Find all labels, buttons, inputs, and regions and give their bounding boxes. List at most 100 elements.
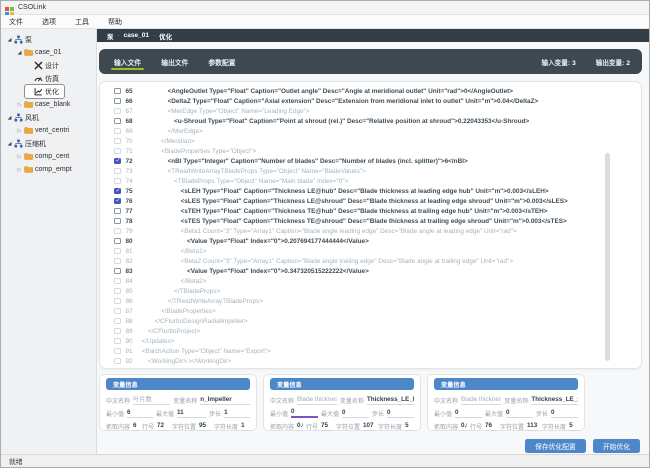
- sidebar-item-compressor[interactable]: ◢压缩机: [5, 137, 51, 150]
- collapse-arrow-icon[interactable]: ▷: [15, 128, 24, 134]
- code-line-68[interactable]: 68<u-Shroud Type="Float" Caption="Point …: [114, 116, 641, 126]
- start-optimize-button[interactable]: 开始优化: [593, 439, 640, 453]
- line-checkbox[interactable]: [114, 268, 121, 275]
- sidebar-item-case-blank[interactable]: ▷case_blank: [15, 98, 75, 111]
- line-checkbox[interactable]: [114, 218, 121, 225]
- line-checkbox: [114, 298, 121, 305]
- code-line-92[interactable]: 92<WorkingDir>.\</WorkingDir>: [114, 356, 641, 366]
- line-checkbox[interactable]: [114, 198, 121, 205]
- max-field[interactable]: 0: [342, 409, 369, 418]
- code-line-90[interactable]: 90</Updates>: [114, 336, 641, 346]
- code-line-84[interactable]: 84</Beta2>: [114, 276, 641, 286]
- code-line-78[interactable]: 78<sTES Type="Float" Caption="Thickness …: [114, 216, 641, 226]
- char-pos-field[interactable]: 113: [527, 422, 539, 431]
- code-line-88[interactable]: 88</CFturboDesignRadialImpeller>: [114, 316, 641, 326]
- collapse-arrow-icon[interactable]: ▷: [15, 154, 24, 160]
- char-len-field[interactable]: 5: [569, 422, 581, 431]
- menu-item-3[interactable]: 帮助: [108, 17, 122, 27]
- sidebar-item-simulate[interactable]: 仿真: [25, 72, 64, 85]
- code-line-89[interactable]: 89</CFturboProject>: [114, 326, 641, 336]
- tab-input-files[interactable]: 输入文件: [113, 53, 142, 71]
- var-name-field[interactable]: Thickness_LE_shroud_: [531, 396, 578, 405]
- code-line-74[interactable]: 74<TBladeProps Type="Object" Name="Main …: [114, 176, 641, 186]
- expand-arrow-icon[interactable]: ◢: [15, 50, 24, 56]
- code-line-76[interactable]: 76<sLES Type="Float" Caption="Thickness …: [114, 196, 641, 206]
- code-line-79[interactable]: 79<Beta1 Count="3" Type="Array1" Caption…: [114, 226, 641, 236]
- tab-output-files[interactable]: 输出文件: [160, 53, 189, 71]
- code-line-65[interactable]: 65<AngleOutlet Type="Float" Caption="Out…: [114, 86, 641, 96]
- code-line-80[interactable]: 80<Value Type="Float" Index="0">0.207694…: [114, 236, 641, 246]
- line-checkbox[interactable]: [114, 208, 121, 215]
- menu-item-1[interactable]: 选项: [42, 17, 56, 27]
- code-line-75[interactable]: 75<sLEH Type="Float" Caption="Thickness …: [114, 186, 641, 196]
- code-line-71[interactable]: 71<BladeProperties Type="Object">: [114, 146, 641, 156]
- cn-name-field[interactable]: Blade thickness at lea: [297, 396, 337, 405]
- line-no-field[interactable]: 72: [157, 422, 169, 431]
- line-checkbox[interactable]: [114, 238, 121, 245]
- min-field[interactable]: 6: [127, 409, 153, 418]
- menu-item-2[interactable]: 工具: [75, 17, 89, 27]
- code-line-73[interactable]: 73<TReadWriteArrayTBladeProps Type="Obje…: [114, 166, 641, 176]
- cn-name-field[interactable]: 叶片数: [133, 394, 170, 405]
- code-line-77[interactable]: 77<sTEH Type="Float" Caption="Thickness …: [114, 206, 641, 216]
- code-line-82[interactable]: 82<Beta2 Count="3" Type="Array1" Caption…: [114, 256, 641, 266]
- line-checkbox[interactable]: [114, 158, 121, 165]
- code-line-72[interactable]: 72<nBl Type="Integer" Caption="Number of…: [114, 156, 641, 166]
- code-line-85[interactable]: 85</TBladeProps>: [114, 286, 641, 296]
- step-field[interactable]: 1: [224, 409, 250, 418]
- line-no-field[interactable]: 75: [321, 422, 333, 431]
- char-len-field[interactable]: 1: [241, 422, 253, 431]
- breadcrumb-item[interactable]: 泵: [107, 31, 114, 41]
- step-field[interactable]: 0: [551, 409, 578, 418]
- save-config-button[interactable]: 保存优化配置: [525, 439, 586, 453]
- content-field[interactable]: 0.003: [297, 422, 303, 431]
- menu-item-0[interactable]: 文件: [9, 17, 23, 27]
- sidebar-item-case-01[interactable]: ◢case_01: [15, 46, 66, 59]
- code-line-81[interactable]: 81</Beta1>: [114, 246, 641, 256]
- char-pos-field[interactable]: 107: [363, 422, 375, 431]
- code-line-87[interactable]: 87</BladeProperties>: [114, 306, 641, 316]
- line-no-field[interactable]: 76: [485, 422, 497, 431]
- sidebar-item-pump[interactable]: ◢泵: [5, 33, 37, 46]
- sidebar-item-vent-centri[interactable]: ▷vent_centri: [15, 124, 74, 137]
- content-field[interactable]: 6: [133, 422, 139, 431]
- sidebar-item-comp-cent[interactable]: ▷comp_cent: [15, 150, 74, 163]
- char-pos-field[interactable]: 95: [199, 422, 211, 431]
- sidebar-item-design[interactable]: 设计: [25, 59, 64, 72]
- scrollbar[interactable]: [605, 86, 610, 364]
- min-field[interactable]: 0: [291, 408, 318, 418]
- var-name-field[interactable]: n_Impeller: [200, 396, 250, 405]
- breadcrumb-item[interactable]: case_01: [124, 32, 149, 39]
- max-field[interactable]: 11: [177, 409, 206, 418]
- code-line-66[interactable]: 66<DeltaZ Type="Float" Caption="Axial ex…: [114, 96, 641, 106]
- max-field[interactable]: 0: [506, 409, 533, 418]
- code-line-70[interactable]: 70</Meridian>: [114, 136, 641, 146]
- code-line-91[interactable]: 91<BatchAction Type="Object" Name="Expor…: [114, 346, 641, 356]
- expand-arrow-icon[interactable]: ◢: [5, 115, 14, 121]
- collapse-arrow-icon[interactable]: ▷: [15, 167, 24, 173]
- sidebar-item-optimize[interactable]: 优化: [25, 85, 64, 98]
- line-checkbox[interactable]: [114, 88, 121, 95]
- sidebar-item-fan[interactable]: ◢风机: [5, 111, 44, 124]
- line-checkbox[interactable]: [114, 98, 121, 105]
- expand-arrow-icon[interactable]: ◢: [5, 141, 14, 147]
- code-line-69[interactable]: 69</MerEdge>: [114, 126, 641, 136]
- step-field[interactable]: 0: [387, 409, 414, 418]
- content-field[interactable]: 0.003: [461, 422, 467, 431]
- line-checkbox[interactable]: [114, 188, 121, 195]
- collapse-arrow-icon[interactable]: ▷: [15, 102, 24, 108]
- tab-param-config[interactable]: 参数配置: [207, 53, 236, 71]
- sidebar-item-comp-empt[interactable]: ▷comp_empt: [15, 163, 77, 176]
- var-name-field[interactable]: Thickness_LE_hub_sLE: [367, 396, 414, 405]
- line-checkbox[interactable]: [114, 118, 121, 125]
- code-line-67[interactable]: 67<MerEdge Type="Object" Name="Leading E…: [114, 106, 641, 116]
- cn-name-field[interactable]: Blade thickness at lea: [461, 396, 501, 405]
- code-line-86[interactable]: 86</TReadWriteArrayTBladeProps>: [114, 296, 641, 306]
- code-line-83[interactable]: 83<Value Type="Float" Index="0">0.347320…: [114, 266, 641, 276]
- scrollbar-thumb[interactable]: [605, 153, 610, 362]
- breadcrumb-item[interactable]: 优化: [159, 31, 172, 41]
- min-field[interactable]: 0: [455, 409, 482, 418]
- expand-arrow-icon[interactable]: ◢: [5, 37, 14, 43]
- char-len-field[interactable]: 5: [405, 422, 417, 431]
- line-checkbox: [114, 328, 121, 335]
